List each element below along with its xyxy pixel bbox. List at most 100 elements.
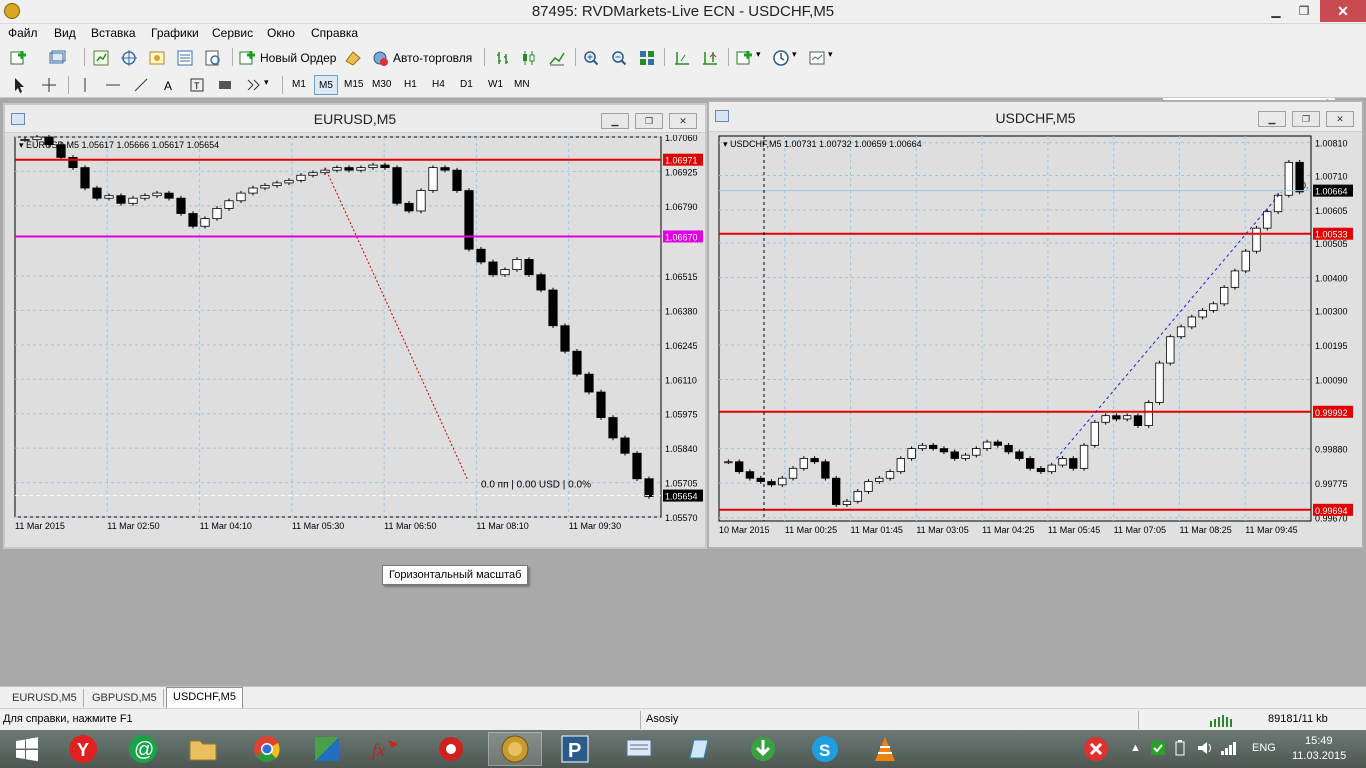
- periods-dropdown-icon[interactable]: ▾: [792, 49, 797, 60]
- arrows-dropdown-icon[interactable]: ▾: [264, 77, 269, 88]
- candle-body: [308, 172, 318, 176]
- terminal-icon[interactable]: [176, 49, 194, 67]
- tab-gbpusd[interactable]: GBPUSD,M5: [86, 689, 164, 707]
- autotrading-icon[interactable]: [371, 49, 389, 67]
- zoom-in-icon[interactable]: [582, 49, 600, 67]
- text-label-icon[interactable]: T: [188, 76, 206, 94]
- zoom-out-icon[interactable]: [610, 49, 628, 67]
- menu-insert[interactable]: Вставка: [91, 26, 136, 40]
- new-order-button[interactable]: Новый Ордер: [260, 51, 336, 65]
- navigator-icon[interactable]: [148, 49, 166, 67]
- timeframe-m1[interactable]: M1: [288, 75, 310, 95]
- chart-window-eurusd[interactable]: EURUSD,M5 ▁ ❐ ✕ 1.07060 1.06925 1.06790 1.0…: [3, 103, 707, 549]
- taskbar-maps[interactable]: [300, 732, 354, 766]
- indicators-dropdown-icon[interactable]: ▾: [756, 49, 761, 60]
- time-tick-label: 11 Mar 2015: [15, 521, 65, 531]
- taskbar-mail-agent[interactable]: @: [116, 732, 170, 766]
- vertical-line-icon[interactable]: [76, 76, 94, 94]
- metaeditor-icon[interactable]: [344, 49, 362, 67]
- crosshair-tool-icon[interactable]: [120, 49, 138, 67]
- taskbar-file-explorer[interactable]: [176, 732, 230, 766]
- periods-icon[interactable]: [772, 49, 790, 67]
- candlestick-chart-icon[interactable]: [520, 49, 538, 67]
- tab-eurusd[interactable]: EURUSD,M5: [6, 689, 84, 707]
- autotrading-button[interactable]: Авто-торговля: [393, 51, 472, 65]
- taskbar-chrome[interactable]: [240, 732, 294, 766]
- menu-window[interactable]: Окно: [267, 26, 295, 40]
- strategy-tester-icon[interactable]: [204, 49, 222, 67]
- indicators-icon[interactable]: [736, 49, 754, 67]
- autoscroll-icon[interactable]: [701, 49, 719, 67]
- minimize-button[interactable]: ▁: [1262, 0, 1290, 22]
- bar-chart-icon[interactable]: [494, 49, 512, 67]
- menu-file[interactable]: Файл: [8, 26, 38, 40]
- timeframe-m15[interactable]: M15: [340, 75, 367, 95]
- usdchf-chart[interactable]: 1.00810 1.00710 1.00605 1.00505 1.00400 1.003…: [711, 134, 1362, 546]
- timeframe-m5[interactable]: M5: [314, 75, 338, 95]
- taskbar-skype[interactable]: S: [798, 732, 852, 766]
- chart-minimize-button[interactable]: ▁: [1258, 111, 1286, 127]
- menu-charts[interactable]: Графики: [151, 26, 199, 40]
- taskbar-notes[interactable]: [672, 732, 726, 766]
- tray-expand-icon[interactable]: ▲: [1130, 742, 1141, 754]
- taskbar-tray-app[interactable]: [1074, 732, 1118, 766]
- time-tick-label: 11 Mar 04:10: [200, 521, 252, 531]
- market-watch-icon[interactable]: [92, 49, 110, 67]
- templates-dropdown-icon[interactable]: ▾: [828, 49, 833, 60]
- templates-icon[interactable]: [808, 49, 826, 67]
- volume-icon[interactable]: [1196, 740, 1214, 756]
- new-order-icon[interactable]: [239, 49, 257, 67]
- tab-usdchf[interactable]: USDCHF,M5: [166, 687, 243, 708]
- timeframe-mn[interactable]: MN: [510, 75, 534, 95]
- eurusd-chart[interactable]: 1.07060 1.06925 1.06790 1.06515 1.06380 1.062…: [7, 135, 705, 545]
- timeframe-h4[interactable]: H4: [428, 75, 449, 95]
- connection-status-icon[interactable]: [1208, 713, 1236, 727]
- language-indicator[interactable]: ENG: [1252, 742, 1276, 754]
- timeframe-h1[interactable]: H1: [400, 75, 421, 95]
- maximize-button[interactable]: ❐: [1290, 0, 1318, 22]
- candle-body: [584, 373, 594, 393]
- tile-windows-icon[interactable]: [638, 49, 656, 67]
- crosshair-icon[interactable]: [40, 76, 58, 94]
- line-chart-icon[interactable]: [548, 49, 566, 67]
- clock-time[interactable]: 15:49: [1305, 735, 1333, 747]
- cursor-icon[interactable]: [10, 76, 28, 94]
- shield-check-icon[interactable]: [1150, 740, 1166, 756]
- taskbar-p-app[interactable]: P: [548, 732, 602, 766]
- battery-icon[interactable]: [1172, 740, 1188, 756]
- taskbar-yandex-browser[interactable]: Y: [56, 732, 110, 766]
- menu-view[interactable]: Вид: [54, 26, 76, 40]
- taskbar-download-manager[interactable]: [736, 732, 790, 766]
- rectangle-icon[interactable]: [216, 76, 234, 94]
- taskbar-gear-app[interactable]: [424, 732, 478, 766]
- chart-maximize-button[interactable]: ❐: [1292, 111, 1320, 127]
- arrows-icon[interactable]: [244, 76, 262, 94]
- close-button[interactable]: ✕: [1320, 0, 1366, 22]
- taskbar-fx-terminal[interactable]: fx: [358, 732, 412, 766]
- chart-close-button[interactable]: ✕: [1326, 111, 1354, 127]
- trendline-icon[interactable]: [132, 76, 150, 94]
- text-tool-icon[interactable]: A: [160, 76, 178, 94]
- start-button[interactable]: [0, 732, 54, 766]
- chart-close-button[interactable]: ✕: [669, 113, 697, 129]
- chart-minimize-button[interactable]: ▁: [601, 113, 629, 129]
- network-icon[interactable]: [1220, 740, 1238, 756]
- chart-window-usdchf[interactable]: USDCHF,M5 ▁ ❐ ✕ 1.00810 1.00710 1.00605 1.0…: [707, 100, 1364, 549]
- timeframe-w1[interactable]: W1: [484, 75, 507, 95]
- candle-body: [896, 458, 906, 473]
- chart-titlebar[interactable]: USDCHF,M5 ▁ ❐ ✕: [709, 102, 1362, 132]
- profiles-icon[interactable]: [48, 49, 66, 67]
- taskbar-keyboard-app[interactable]: [612, 732, 666, 766]
- taskbar-metatrader[interactable]: [488, 732, 542, 766]
- timeframe-m30[interactable]: M30: [368, 75, 395, 95]
- chart-maximize-button[interactable]: ❐: [635, 113, 663, 129]
- menu-tools[interactable]: Сервис: [212, 26, 253, 40]
- menu-help[interactable]: Справка: [311, 26, 358, 40]
- taskbar-vlc[interactable]: [858, 732, 912, 766]
- chart-titlebar[interactable]: EURUSD,M5 ▁ ❐ ✕: [5, 105, 705, 133]
- horizontal-line-icon[interactable]: [104, 76, 122, 94]
- new-chart-icon[interactable]: [10, 49, 28, 67]
- chart-shift-icon[interactable]: [673, 49, 691, 67]
- timeframe-d1[interactable]: D1: [456, 75, 477, 95]
- clock-date[interactable]: 11.03.2015: [1292, 750, 1346, 762]
